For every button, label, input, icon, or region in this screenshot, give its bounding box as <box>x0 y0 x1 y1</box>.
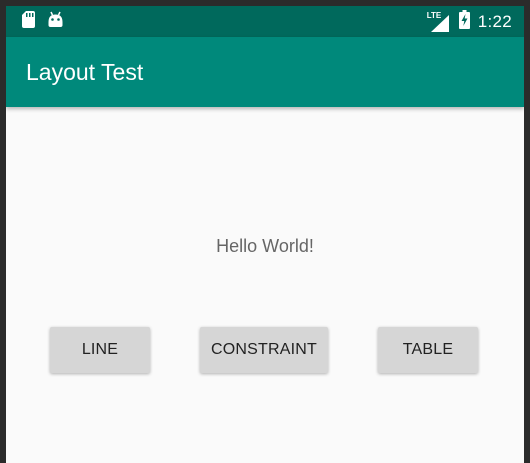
main-content: Hello World! LINE CONSTRAINT TABLE <box>6 107 524 463</box>
device-screen: LTE 1:22 Layout Test Hello World! LINE C… <box>6 6 524 463</box>
sd-card-icon <box>22 11 35 33</box>
android-icon <box>47 11 64 33</box>
table-button[interactable]: TABLE <box>378 327 478 373</box>
line-button[interactable]: LINE <box>50 327 150 373</box>
cell-signal-icon: LTE <box>427 11 451 32</box>
hello-text: Hello World! <box>216 236 314 256</box>
status-bar: LTE 1:22 <box>6 6 524 37</box>
status-time: 1:22 <box>477 12 512 31</box>
battery-charging-icon <box>458 10 470 34</box>
constraint-button[interactable]: CONSTRAINT <box>200 327 328 373</box>
notification-icons <box>22 11 64 33</box>
app-bar: Layout Test <box>6 37 524 107</box>
app-title: Layout Test <box>26 59 144 85</box>
system-icons: LTE 1:22 <box>427 10 512 34</box>
